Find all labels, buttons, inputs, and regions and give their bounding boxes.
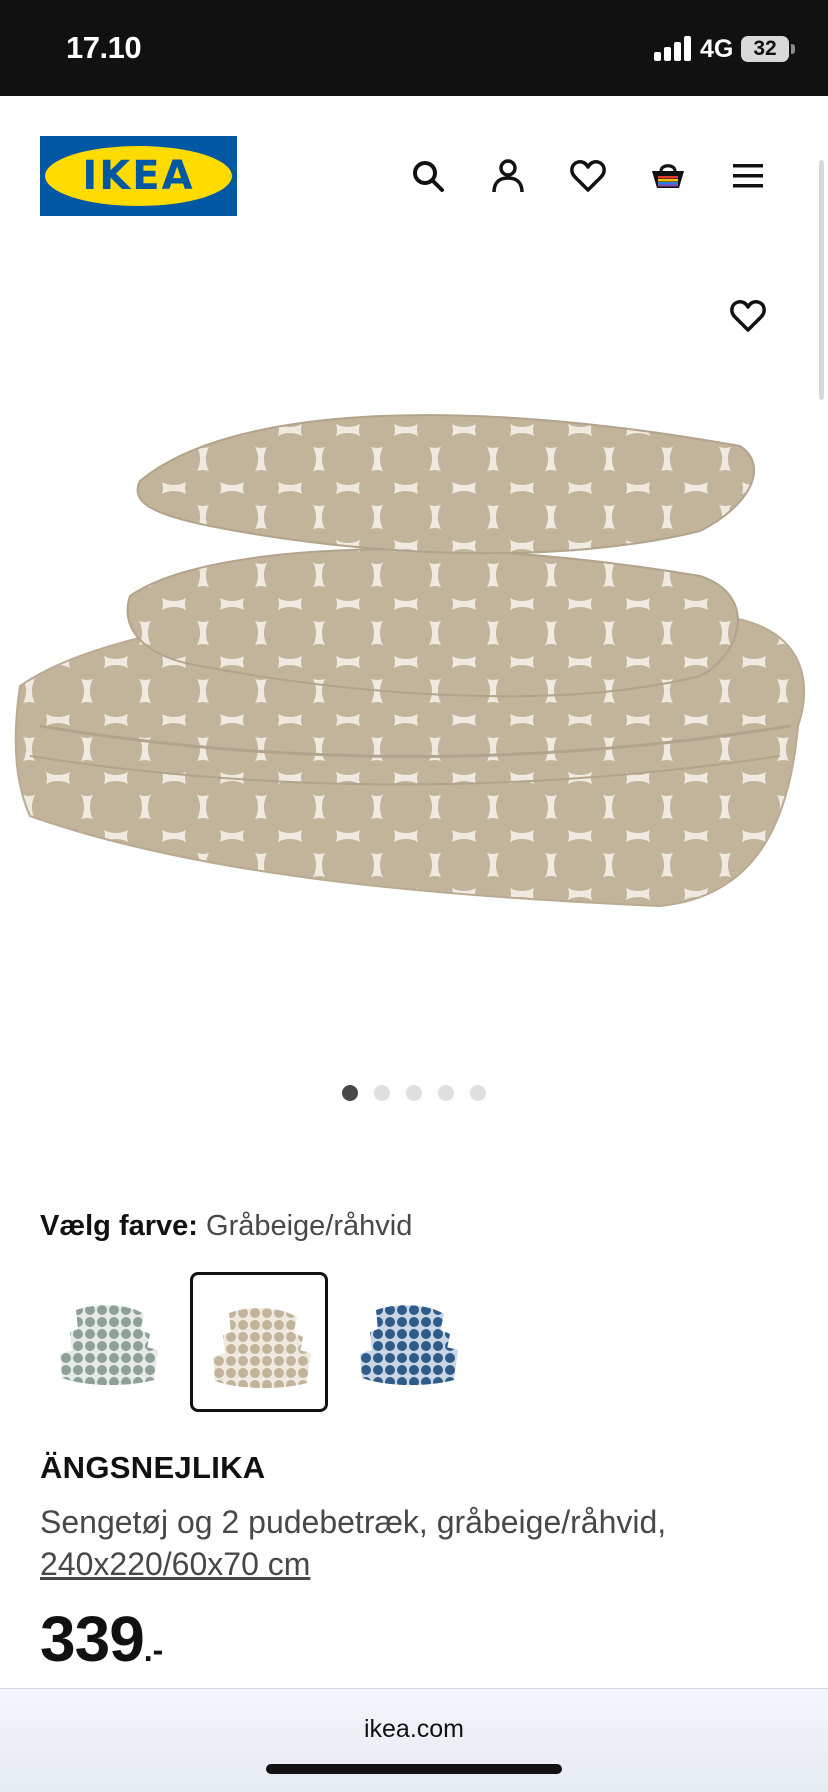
gallery-dot[interactable] — [374, 1085, 390, 1101]
search-icon[interactable] — [402, 150, 454, 202]
gallery-pagination — [0, 1085, 828, 1101]
battery-nub — [791, 44, 795, 54]
home-indicator[interactable] — [266, 1764, 562, 1774]
browser-address-bar[interactable]: ikea.com — [0, 1688, 828, 1792]
price-integer: 339 — [40, 1603, 145, 1675]
network-type: 4G — [700, 35, 734, 63]
browser-url[interactable]: ikea.com — [0, 1715, 828, 1744]
color-select-row: Vælg farve: Gråbeige/råhvid — [40, 1210, 412, 1243]
status-time: 17.10 — [66, 30, 142, 65]
user-icon[interactable] — [482, 150, 534, 202]
color-select-value: Gråbeige/råhvid — [206, 1210, 413, 1242]
swatch-blue[interactable] — [340, 1272, 478, 1412]
status-bar: 17.10 4G 32 — [0, 0, 828, 96]
product-description: Sengetøj og 2 pudebetræk, gråbeige/råhvi… — [40, 1504, 667, 1540]
heart-icon[interactable] — [562, 150, 614, 202]
gallery-dot[interactable] — [470, 1085, 486, 1101]
swatch-beige[interactable] — [190, 1272, 328, 1412]
gallery-dot[interactable] — [406, 1085, 422, 1101]
signal-icon — [654, 36, 692, 61]
product-price: 339.- — [40, 1602, 163, 1676]
basket-icon[interactable] — [642, 150, 694, 202]
product-image[interactable] — [0, 256, 828, 1056]
price-suffix: .- — [143, 1632, 164, 1668]
gallery-dot[interactable] — [438, 1085, 454, 1101]
swatch-green[interactable] — [40, 1272, 178, 1412]
add-to-favorites-icon[interactable] — [722, 290, 774, 342]
site-header: IKEA — [0, 96, 828, 256]
product-size-link[interactable]: 240x220/60x70 cm — [40, 1546, 310, 1583]
ikea-logo[interactable]: IKEA — [40, 136, 237, 216]
color-swatches — [40, 1272, 480, 1412]
battery-icon: 32 — [741, 36, 789, 62]
logo-text: IKEA — [82, 153, 195, 199]
color-select-label: Vælg farve: — [40, 1210, 198, 1242]
menu-icon[interactable] — [722, 150, 774, 202]
product-name: ÄNGSNEJLIKA — [40, 1450, 266, 1485]
gallery-dot[interactable] — [342, 1085, 358, 1101]
